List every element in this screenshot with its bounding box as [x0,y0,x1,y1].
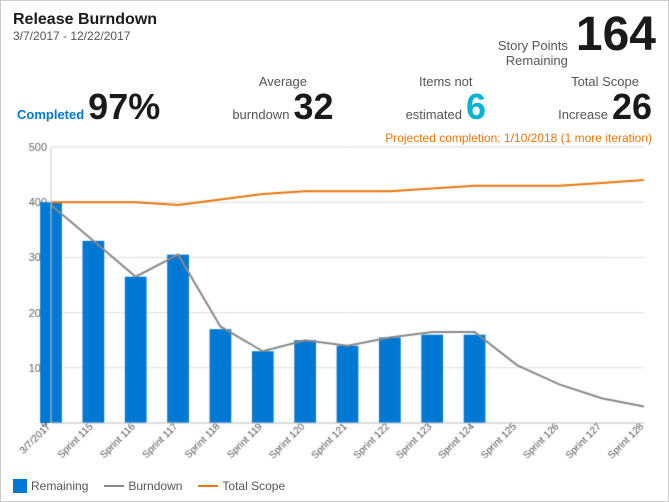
story-points-label1: Story Points [498,38,568,53]
legend-scope: Total Scope [198,479,285,493]
total-scope-label2: Increase [558,107,608,122]
story-points-label2: Remaining [498,53,568,68]
legend-burndown: Burndown [104,479,182,493]
items-not-estimated-metric: Items not estimated 6 [406,74,486,125]
title-block: Release Burndown 3/7/2017 - 12/22/2017 [13,11,157,43]
items-value: 6 [466,89,486,125]
burndown-line-icon [104,485,124,487]
completed-label: Completed [17,107,84,122]
total-scope-value: 26 [612,89,652,125]
story-points-value: 164 [576,11,656,59]
total-scope-legend-label: Total Scope [222,479,285,493]
burndown-chart [13,129,656,475]
chart-area: Projected completion: 1/10/2018 (1 more … [13,129,656,475]
burndown-label: Burndown [128,479,182,493]
main-container: Release Burndown 3/7/2017 - 12/22/2017 S… [0,0,669,502]
story-points-block: Story Points Remaining 164 [498,11,656,68]
legend-remaining: Remaining [13,479,88,493]
total-scope-metric: Total Scope Increase 26 [558,74,652,125]
completed-value: 97% [88,89,160,125]
metrics-row: Completed 97% Average burndown 32 Items … [13,74,656,125]
remaining-icon [13,479,27,493]
chart-title: Release Burndown [13,11,157,29]
top-section: Release Burndown 3/7/2017 - 12/22/2017 S… [13,11,656,68]
avg-burndown-label2: burndown [232,107,289,122]
avg-burndown-metric: Average burndown 32 [232,74,333,125]
date-range: 3/7/2017 - 12/22/2017 [13,29,157,43]
legend: Remaining Burndown Total Scope [13,479,656,493]
scope-line-icon [198,485,218,487]
completed-metric: Completed 97% [17,89,160,125]
avg-burndown-value: 32 [293,89,333,125]
remaining-label: Remaining [31,479,88,493]
items-label2: estimated [406,107,462,122]
